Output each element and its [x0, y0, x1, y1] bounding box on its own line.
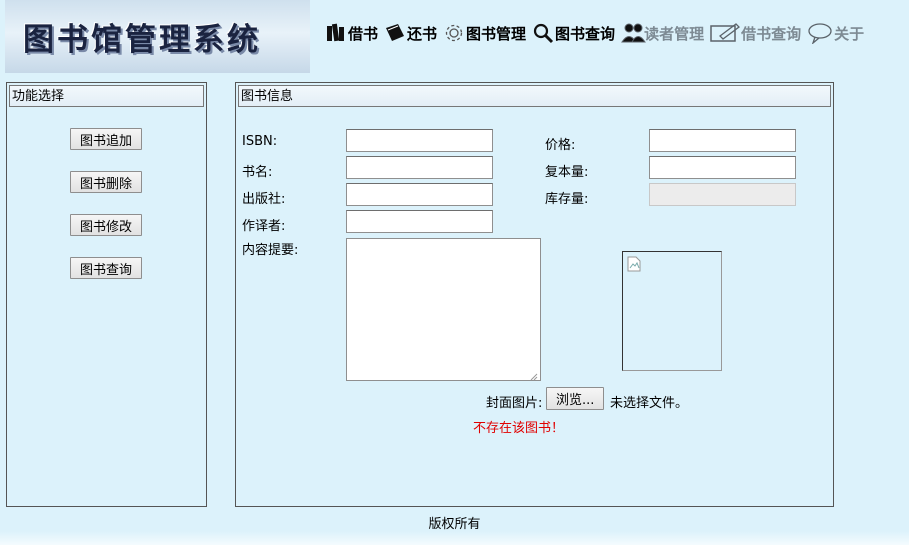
broken-image-icon [627, 256, 641, 272]
title-input[interactable] [346, 156, 493, 179]
stock-input [649, 183, 796, 206]
edit-book-button[interactable]: 图书修改 [70, 214, 143, 236]
edit-icon [710, 22, 741, 44]
summary-label: 内容提要: [242, 243, 299, 258]
cover-image-preview [622, 251, 722, 371]
gear-icon [443, 22, 465, 44]
publisher-input[interactable] [346, 183, 493, 206]
bottom-strip [0, 531, 909, 545]
query-book-button[interactable]: 图书查询 [70, 257, 143, 279]
author-input[interactable] [346, 210, 493, 233]
users-icon [621, 22, 646, 44]
resize-grip-icon[interactable] [530, 370, 538, 381]
error-message: 不存在该图书！ [473, 421, 565, 436]
file-status-text: 未选择文件。 [610, 396, 689, 411]
add-book-button[interactable]: 图书追加 [70, 128, 143, 150]
app-logo: 图书馆管理系统 [5, 0, 310, 73]
speech-bubble-icon [807, 22, 833, 45]
nav-about-label: 关于 [834, 24, 865, 43]
nav-return[interactable]: 还书 [384, 22, 437, 44]
browse-button[interactable]: 浏览... [546, 387, 605, 410]
nav-return-label: 还书 [407, 24, 438, 43]
nav-reader-manage[interactable]: 读者管理 [621, 22, 704, 44]
books-icon [325, 22, 347, 44]
nav-borrow-label: 借书 [348, 24, 379, 43]
nav-book-manage-label: 图书管理 [466, 24, 527, 43]
nav-borrow-query-label: 借书查询 [741, 24, 802, 43]
nav-book-manage[interactable]: 图书管理 [443, 22, 526, 44]
price-input[interactable] [649, 129, 796, 152]
nav-reader-manage-label: 读者管理 [644, 24, 705, 43]
stock-label: 库存量: [545, 192, 589, 207]
author-label: 作译者: [242, 219, 286, 234]
search-icon [532, 22, 554, 44]
book-info-title: 图书信息 [238, 85, 831, 107]
isbn-input[interactable] [346, 129, 493, 152]
logo-text: 图书馆管理系统 [23, 22, 261, 58]
footer-copyright: 版权所有 [428, 517, 481, 532]
nav-book-search[interactable]: 图书查询 [532, 22, 615, 44]
book-return-icon [384, 22, 406, 44]
function-panel-title: 功能选择 [9, 85, 204, 107]
nav-about[interactable]: 关于 [807, 22, 865, 45]
nav-book-search-label: 图书查询 [555, 24, 616, 43]
title-label: 书名: [242, 165, 273, 180]
copies-input[interactable] [649, 156, 796, 179]
book-info-panel: 图书信息 ISBN: 书名: 出版社: 作译者: 内容提要: 价格: 复本量: … [235, 82, 834, 507]
top-nav: 借书 还书 图书管理 图书查询 读者管理 借书查询 关于 [325, 22, 870, 45]
cover-image-label: 封面图片: [486, 396, 543, 411]
delete-book-button[interactable]: 图书删除 [70, 171, 143, 193]
price-label: 价格: [545, 138, 576, 153]
isbn-label: ISBN: [242, 134, 278, 149]
function-panel: 功能选择 图书追加 图书删除 图书修改 图书查询 [6, 82, 207, 507]
summary-textarea[interactable] [346, 238, 541, 381]
nav-borrow-query[interactable]: 借书查询 [710, 22, 801, 44]
copies-label: 复本量: [545, 165, 589, 180]
nav-borrow[interactable]: 借书 [325, 22, 378, 44]
publisher-label: 出版社: [242, 192, 286, 207]
